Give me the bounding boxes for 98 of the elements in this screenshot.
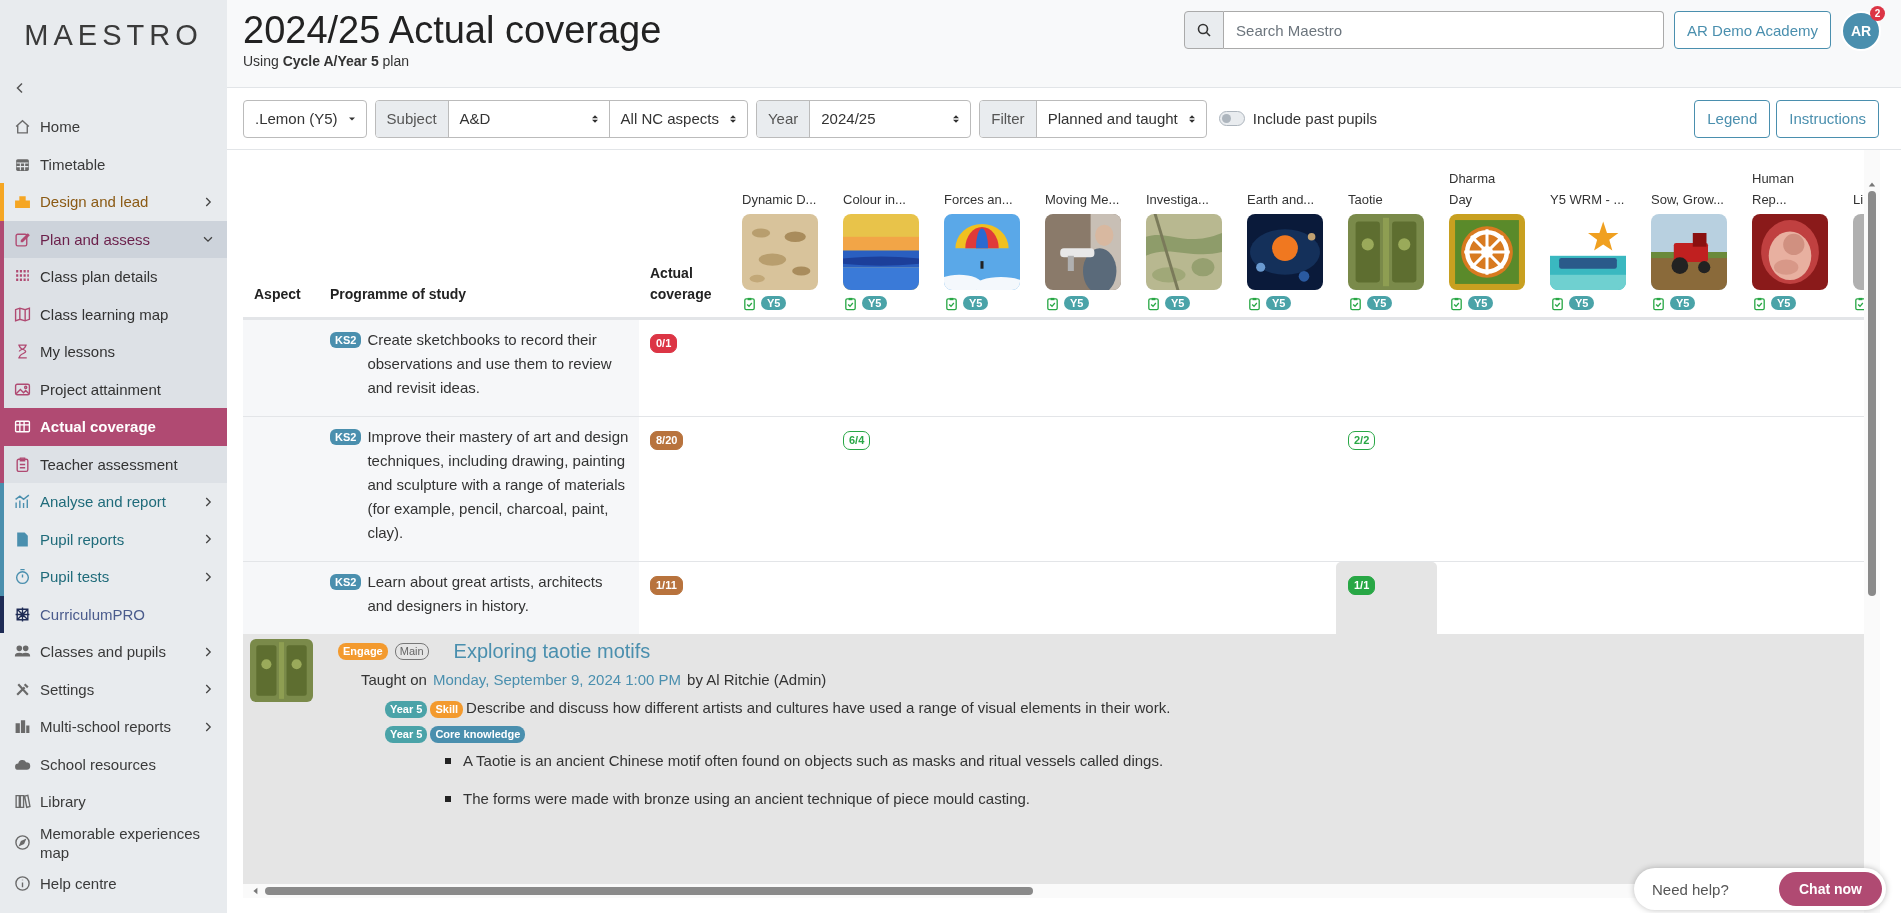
year-badge: Y5 (862, 296, 888, 310)
year-badge: Y5 (1064, 296, 1090, 310)
year-badge: Y5 (1771, 296, 1797, 310)
compass-icon (14, 834, 31, 851)
tag: Core knowledge (430, 726, 526, 743)
image-icon (14, 380, 31, 398)
year-badge: Y5 (1670, 296, 1696, 310)
scrollbar-thumb[interactable] (1868, 191, 1876, 596)
lesson-title[interactable]: Dharma Day (1449, 168, 1496, 210)
programme-text: Improve their mastery of art and design techniques, including drawing, painting and sculpture with a range of materials (for example, pencil, charcoal, paint, clay). (367, 427, 630, 543)
column-header: Aspect (253, 285, 302, 304)
year-badge: Y5 (963, 296, 989, 310)
lesson-title[interactable]: Y5 WRM - ... (1550, 189, 1625, 210)
stage-badge: KS2 (330, 332, 362, 348)
tag: Year 5 (385, 726, 428, 743)
action-button[interactable]: Instructions (1776, 99, 1879, 138)
stopwatch-icon (14, 568, 31, 586)
select-field[interactable]: .Lemon (Y5) (244, 100, 366, 137)
info-icon (14, 874, 31, 892)
lesson-title[interactable]: Sow, Grow... (1651, 189, 1724, 210)
sidebar-item[interactable]: Actual coverage (0, 408, 227, 446)
school-button[interactable]: AR Demo Academy (1674, 11, 1831, 49)
school-icon (14, 193, 31, 211)
page-title: 2024/25 Actual coverage (243, 8, 662, 52)
action-button[interactable]: Legend (1694, 99, 1771, 138)
sidebar-item[interactable]: Class learning map (0, 295, 227, 333)
scrollbar-thumb[interactable] (265, 887, 1033, 895)
sidebar-item[interactable]: Teacher assessment (0, 445, 227, 483)
lesson-title[interactable]: Earth and... (1247, 189, 1315, 210)
sidebar-item[interactable]: Settings (0, 670, 227, 708)
lesson-title[interactable]: Li (1853, 189, 1864, 210)
sidebar-item[interactable]: Timetable (0, 145, 227, 183)
logo: MAESTRO (24, 17, 203, 53)
sidebar-item[interactable]: Plan and assess (0, 220, 227, 258)
stage-badge: KS2 (330, 574, 362, 590)
edit-icon (14, 230, 31, 248)
year-badge: Y5 (761, 296, 787, 310)
toggle-switch[interactable] (1218, 111, 1245, 126)
sidebar-item[interactable]: Library (0, 783, 227, 821)
tag: Skill (430, 701, 464, 718)
table-icon (14, 418, 31, 436)
search-field[interactable]: Search Maestro (1224, 11, 1665, 49)
column-header: Programme of study (329, 285, 468, 304)
scroll-left-icon[interactable] (251, 886, 259, 896)
bullet-text: A Taotie is an ancient Chinese motif often found on objects such as masks and ritual vessels called dings. (463, 751, 1164, 771)
lesson-title[interactable]: Dynamic D... (742, 189, 817, 210)
sidebar-item[interactable]: Class plan details (0, 258, 227, 296)
tag: Main (394, 643, 429, 660)
document-icon (14, 530, 31, 548)
tag: Engage (338, 643, 388, 660)
teacher-text: by Al Ritchie (Admin) (687, 671, 827, 688)
taught-label: Taught on (361, 671, 427, 688)
sidebar-item[interactable]: Help centre (0, 864, 227, 902)
objective-text: Describe and discuss how different artists and cultures have used a range of visual elements in their work. (466, 699, 1171, 716)
stage-badge: KS2 (330, 429, 362, 445)
notification-badge: 2 (1870, 6, 1885, 21)
year-badge: Y5 (1468, 296, 1494, 310)
programme-text: Learn about great artists, architects and designers in history. (367, 572, 604, 616)
help-text: Need help? (1652, 880, 1729, 898)
sidebar-item[interactable]: Memorable experiences map (0, 820, 227, 865)
column-header: Actual coverage (649, 264, 713, 304)
subtitle: Using Cycle A/Year 5 plan (243, 53, 411, 69)
lesson-title[interactable]: Forces an... (944, 189, 1013, 210)
scroll-up-icon[interactable] (1867, 180, 1877, 188)
coverage-badge: 8/20 (650, 431, 684, 450)
sidebar-item[interactable]: Multi-school reports (0, 708, 227, 746)
home-icon (14, 118, 31, 136)
bullet-mark (445, 758, 451, 764)
sidebar-item[interactable]: School resources (0, 745, 227, 783)
lesson-title[interactable]: Investiga... (1146, 189, 1209, 210)
lesson-title[interactable]: Colour in... (843, 189, 906, 210)
sidebar-item[interactable]: Home (0, 108, 227, 146)
year-badge: Y5 (1569, 296, 1595, 310)
bullet-text: The forms were made with bronze using an ancient technique of piece mould casting. (463, 789, 1030, 809)
chat-button[interactable]: Chat now (1779, 872, 1882, 906)
coverage-badge: 0/1 (650, 334, 678, 353)
tag: Year 5 (385, 701, 428, 718)
chart-icon (14, 493, 31, 511)
year-badge: Y5 (1367, 296, 1393, 310)
toggle-label: Include past pupils (1252, 110, 1377, 127)
lesson-title[interactable]: Human Rep... (1752, 168, 1794, 210)
coverage-badge: 1/11 (650, 576, 683, 595)
network-icon (14, 605, 31, 623)
map-icon (14, 305, 31, 323)
lesson-title[interactable]: Moving Me... (1045, 189, 1120, 210)
clipboard-icon (14, 455, 31, 473)
year-badge: Y5 (1165, 296, 1191, 310)
year-badge: Y5 (1266, 296, 1292, 310)
buildings-icon (14, 718, 31, 736)
sidebar-item[interactable]: Classes and pupils (0, 633, 227, 671)
sidebar-item[interactable]: My lessons (0, 333, 227, 371)
programme-text: Create sketchbooks to record their observations and use them to review and revisit ideas. (367, 330, 613, 398)
lesson-title[interactable]: Taotie (1348, 189, 1383, 210)
bullet-mark (445, 796, 451, 802)
search-icon (1196, 22, 1213, 38)
sidebar-item[interactable]: Project attainment (0, 370, 227, 408)
books-icon (14, 793, 31, 811)
search-button[interactable] (1184, 11, 1225, 49)
